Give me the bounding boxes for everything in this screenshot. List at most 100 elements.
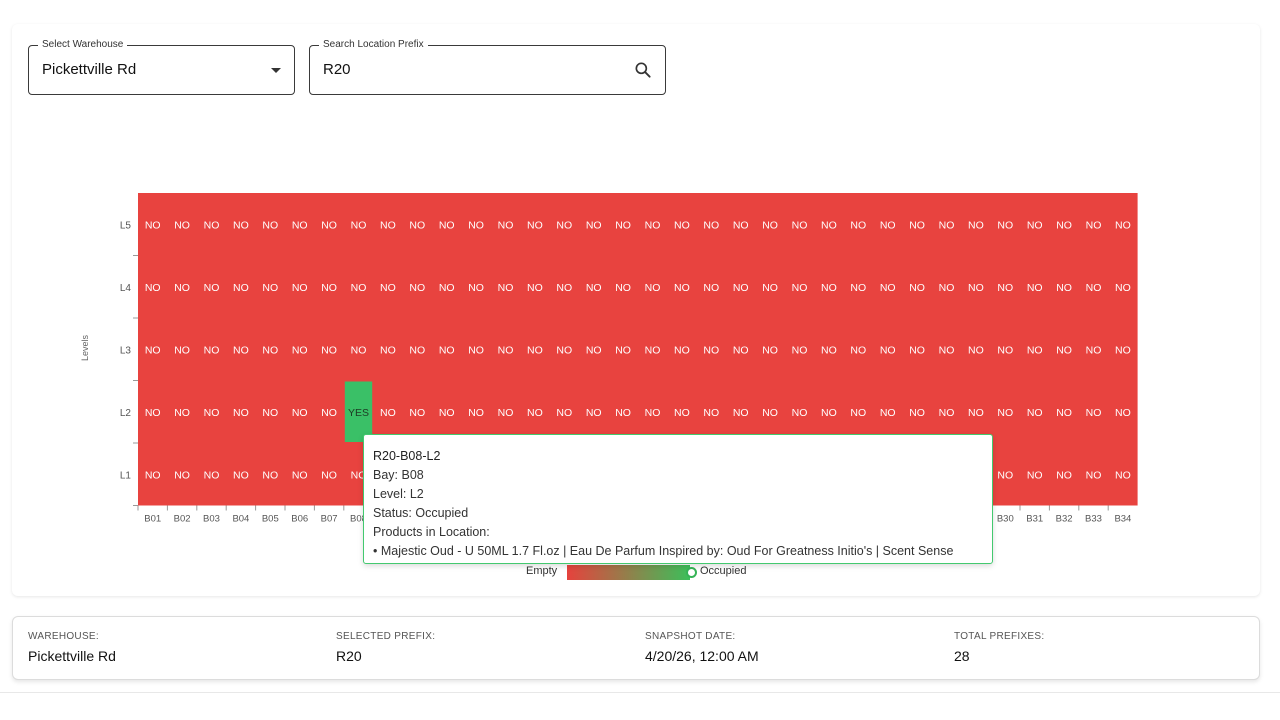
heatmap-cell[interactable]: NO xyxy=(615,344,631,356)
heatmap-cell[interactable]: NO xyxy=(262,469,278,481)
heatmap-cell[interactable]: NO xyxy=(233,344,249,356)
heatmap-cell[interactable]: NO xyxy=(1056,219,1072,231)
heatmap-cell[interactable]: NO xyxy=(233,407,249,419)
heatmap-cell[interactable]: NO xyxy=(850,407,866,419)
heatmap-cell[interactable]: NO xyxy=(586,344,602,356)
heatmap-cell[interactable]: NO xyxy=(792,219,808,231)
heatmap-cell[interactable]: NO xyxy=(204,407,220,419)
heatmap-cell[interactable]: NO xyxy=(292,282,308,294)
heatmap-cell[interactable]: NO xyxy=(262,407,278,419)
heatmap-cell[interactable]: NO xyxy=(321,407,337,419)
heatmap-cell[interactable]: NO xyxy=(174,344,190,356)
heatmap-cell[interactable]: NO xyxy=(674,282,690,294)
heatmap-cell[interactable]: NO xyxy=(733,344,749,356)
heatmap-cell[interactable]: NO xyxy=(1056,469,1072,481)
heatmap-cell[interactable]: NO xyxy=(1115,282,1131,294)
heatmap-cell[interactable]: NO xyxy=(439,344,455,356)
heatmap-cell[interactable]: NO xyxy=(1056,282,1072,294)
heatmap-cell[interactable]: NO xyxy=(586,407,602,419)
heatmap-cell[interactable]: NO xyxy=(703,282,719,294)
heatmap-cell[interactable]: NO xyxy=(556,282,572,294)
heatmap-cell[interactable]: NO xyxy=(1086,219,1102,231)
heatmap-cell[interactable]: NO xyxy=(1115,407,1131,419)
heatmap-cell[interactable]: NO xyxy=(351,282,367,294)
heatmap-cell[interactable]: NO xyxy=(145,407,161,419)
heatmap-cell[interactable]: NO xyxy=(498,407,514,419)
heatmap-cell[interactable]: NO xyxy=(615,219,631,231)
heatmap-cell[interactable]: NO xyxy=(997,344,1013,356)
legend-slider-handle[interactable] xyxy=(686,567,697,578)
heatmap-cell[interactable]: NO xyxy=(762,219,778,231)
heatmap-cell[interactable]: NO xyxy=(527,344,543,356)
heatmap-cell[interactable]: NO xyxy=(1115,219,1131,231)
heatmap-cell[interactable]: NO xyxy=(468,407,484,419)
heatmap-cell[interactable]: NO xyxy=(145,469,161,481)
heatmap-cell[interactable]: NO xyxy=(1027,344,1043,356)
heatmap-cell[interactable]: NO xyxy=(792,282,808,294)
heatmap-cell[interactable]: NO xyxy=(586,282,602,294)
heatmap-cell[interactable]: NO xyxy=(321,219,337,231)
heatmap-cell[interactable]: NO xyxy=(1056,407,1072,419)
heatmap-cell[interactable]: NO xyxy=(556,407,572,419)
heatmap-cell[interactable]: NO xyxy=(850,282,866,294)
heatmap-cell[interactable]: NO xyxy=(850,219,866,231)
heatmap-cell[interactable]: NO xyxy=(997,469,1013,481)
heatmap-cell[interactable]: NO xyxy=(733,282,749,294)
heatmap-cell[interactable]: NO xyxy=(762,344,778,356)
heatmap-cell[interactable]: NO xyxy=(645,219,661,231)
heatmap-cell[interactable]: NO xyxy=(909,282,925,294)
heatmap-cell[interactable]: NO xyxy=(174,407,190,419)
heatmap-cell[interactable]: NO xyxy=(292,344,308,356)
heatmap-cell[interactable]: NO xyxy=(1027,282,1043,294)
heatmap-cell[interactable]: NO xyxy=(145,282,161,294)
heatmap-cell[interactable]: NO xyxy=(586,219,602,231)
heatmap-cell[interactable]: NO xyxy=(821,219,837,231)
heatmap-cell[interactable]: NO xyxy=(498,344,514,356)
heatmap-cell[interactable]: NO xyxy=(997,219,1013,231)
heatmap-cell[interactable]: NO xyxy=(439,219,455,231)
heatmap-cell[interactable]: NO xyxy=(262,344,278,356)
heatmap-cell[interactable]: NO xyxy=(204,344,220,356)
heatmap-cell[interactable]: NO xyxy=(1086,407,1102,419)
heatmap-cell[interactable]: NO xyxy=(527,282,543,294)
heatmap-cell[interactable]: NO xyxy=(409,219,425,231)
heatmap-cell[interactable]: NO xyxy=(262,282,278,294)
heatmap-cell[interactable]: NO xyxy=(880,344,896,356)
heatmap-cell[interactable]: NO xyxy=(1115,344,1131,356)
heatmap-cell[interactable]: NO xyxy=(645,282,661,294)
heatmap-cell[interactable]: NO xyxy=(821,282,837,294)
heatmap-cell[interactable]: NO xyxy=(321,469,337,481)
heatmap-cell[interactable]: NO xyxy=(1056,344,1072,356)
heatmap-cell[interactable]: NO xyxy=(468,344,484,356)
heatmap-cell[interactable]: NO xyxy=(762,407,778,419)
heatmap-cell[interactable]: NO xyxy=(880,282,896,294)
heatmap-cell[interactable]: NO xyxy=(821,344,837,356)
heatmap-cell[interactable]: NO xyxy=(145,344,161,356)
heatmap-cell[interactable]: NO xyxy=(292,469,308,481)
heatmap-cell[interactable]: NO xyxy=(733,407,749,419)
heatmap-cell[interactable]: NO xyxy=(939,407,955,419)
heatmap-cell[interactable]: NO xyxy=(968,282,984,294)
heatmap-cell[interactable]: NO xyxy=(1086,282,1102,294)
heatmap-cell[interactable]: NO xyxy=(292,407,308,419)
heatmap-cell[interactable]: NO xyxy=(204,282,220,294)
heatmap-cell[interactable]: NO xyxy=(439,407,455,419)
heatmap-cell[interactable]: NO xyxy=(468,219,484,231)
heatmap-cell[interactable]: NO xyxy=(321,344,337,356)
heatmap-cell[interactable]: NO xyxy=(439,282,455,294)
heatmap-cell[interactable]: NO xyxy=(615,407,631,419)
heatmap-cell[interactable]: NO xyxy=(733,219,749,231)
heatmap-cell[interactable]: NO xyxy=(233,282,249,294)
heatmap-cell[interactable]: NO xyxy=(174,219,190,231)
heatmap-cell[interactable]: NO xyxy=(880,219,896,231)
heatmap-cell[interactable]: NO xyxy=(792,407,808,419)
heatmap-cell[interactable]: NO xyxy=(909,344,925,356)
heatmap-cell[interactable]: NO xyxy=(645,407,661,419)
heatmap-cell[interactable]: NO xyxy=(674,344,690,356)
heatmap-cell[interactable]: YES xyxy=(344,381,373,443)
heatmap-cell[interactable]: NO xyxy=(997,407,1013,419)
heatmap-cell[interactable]: NO xyxy=(703,407,719,419)
heatmap-cell[interactable]: NO xyxy=(968,219,984,231)
heatmap-cell[interactable]: NO xyxy=(615,282,631,294)
heatmap-cell[interactable]: NO xyxy=(1086,469,1102,481)
